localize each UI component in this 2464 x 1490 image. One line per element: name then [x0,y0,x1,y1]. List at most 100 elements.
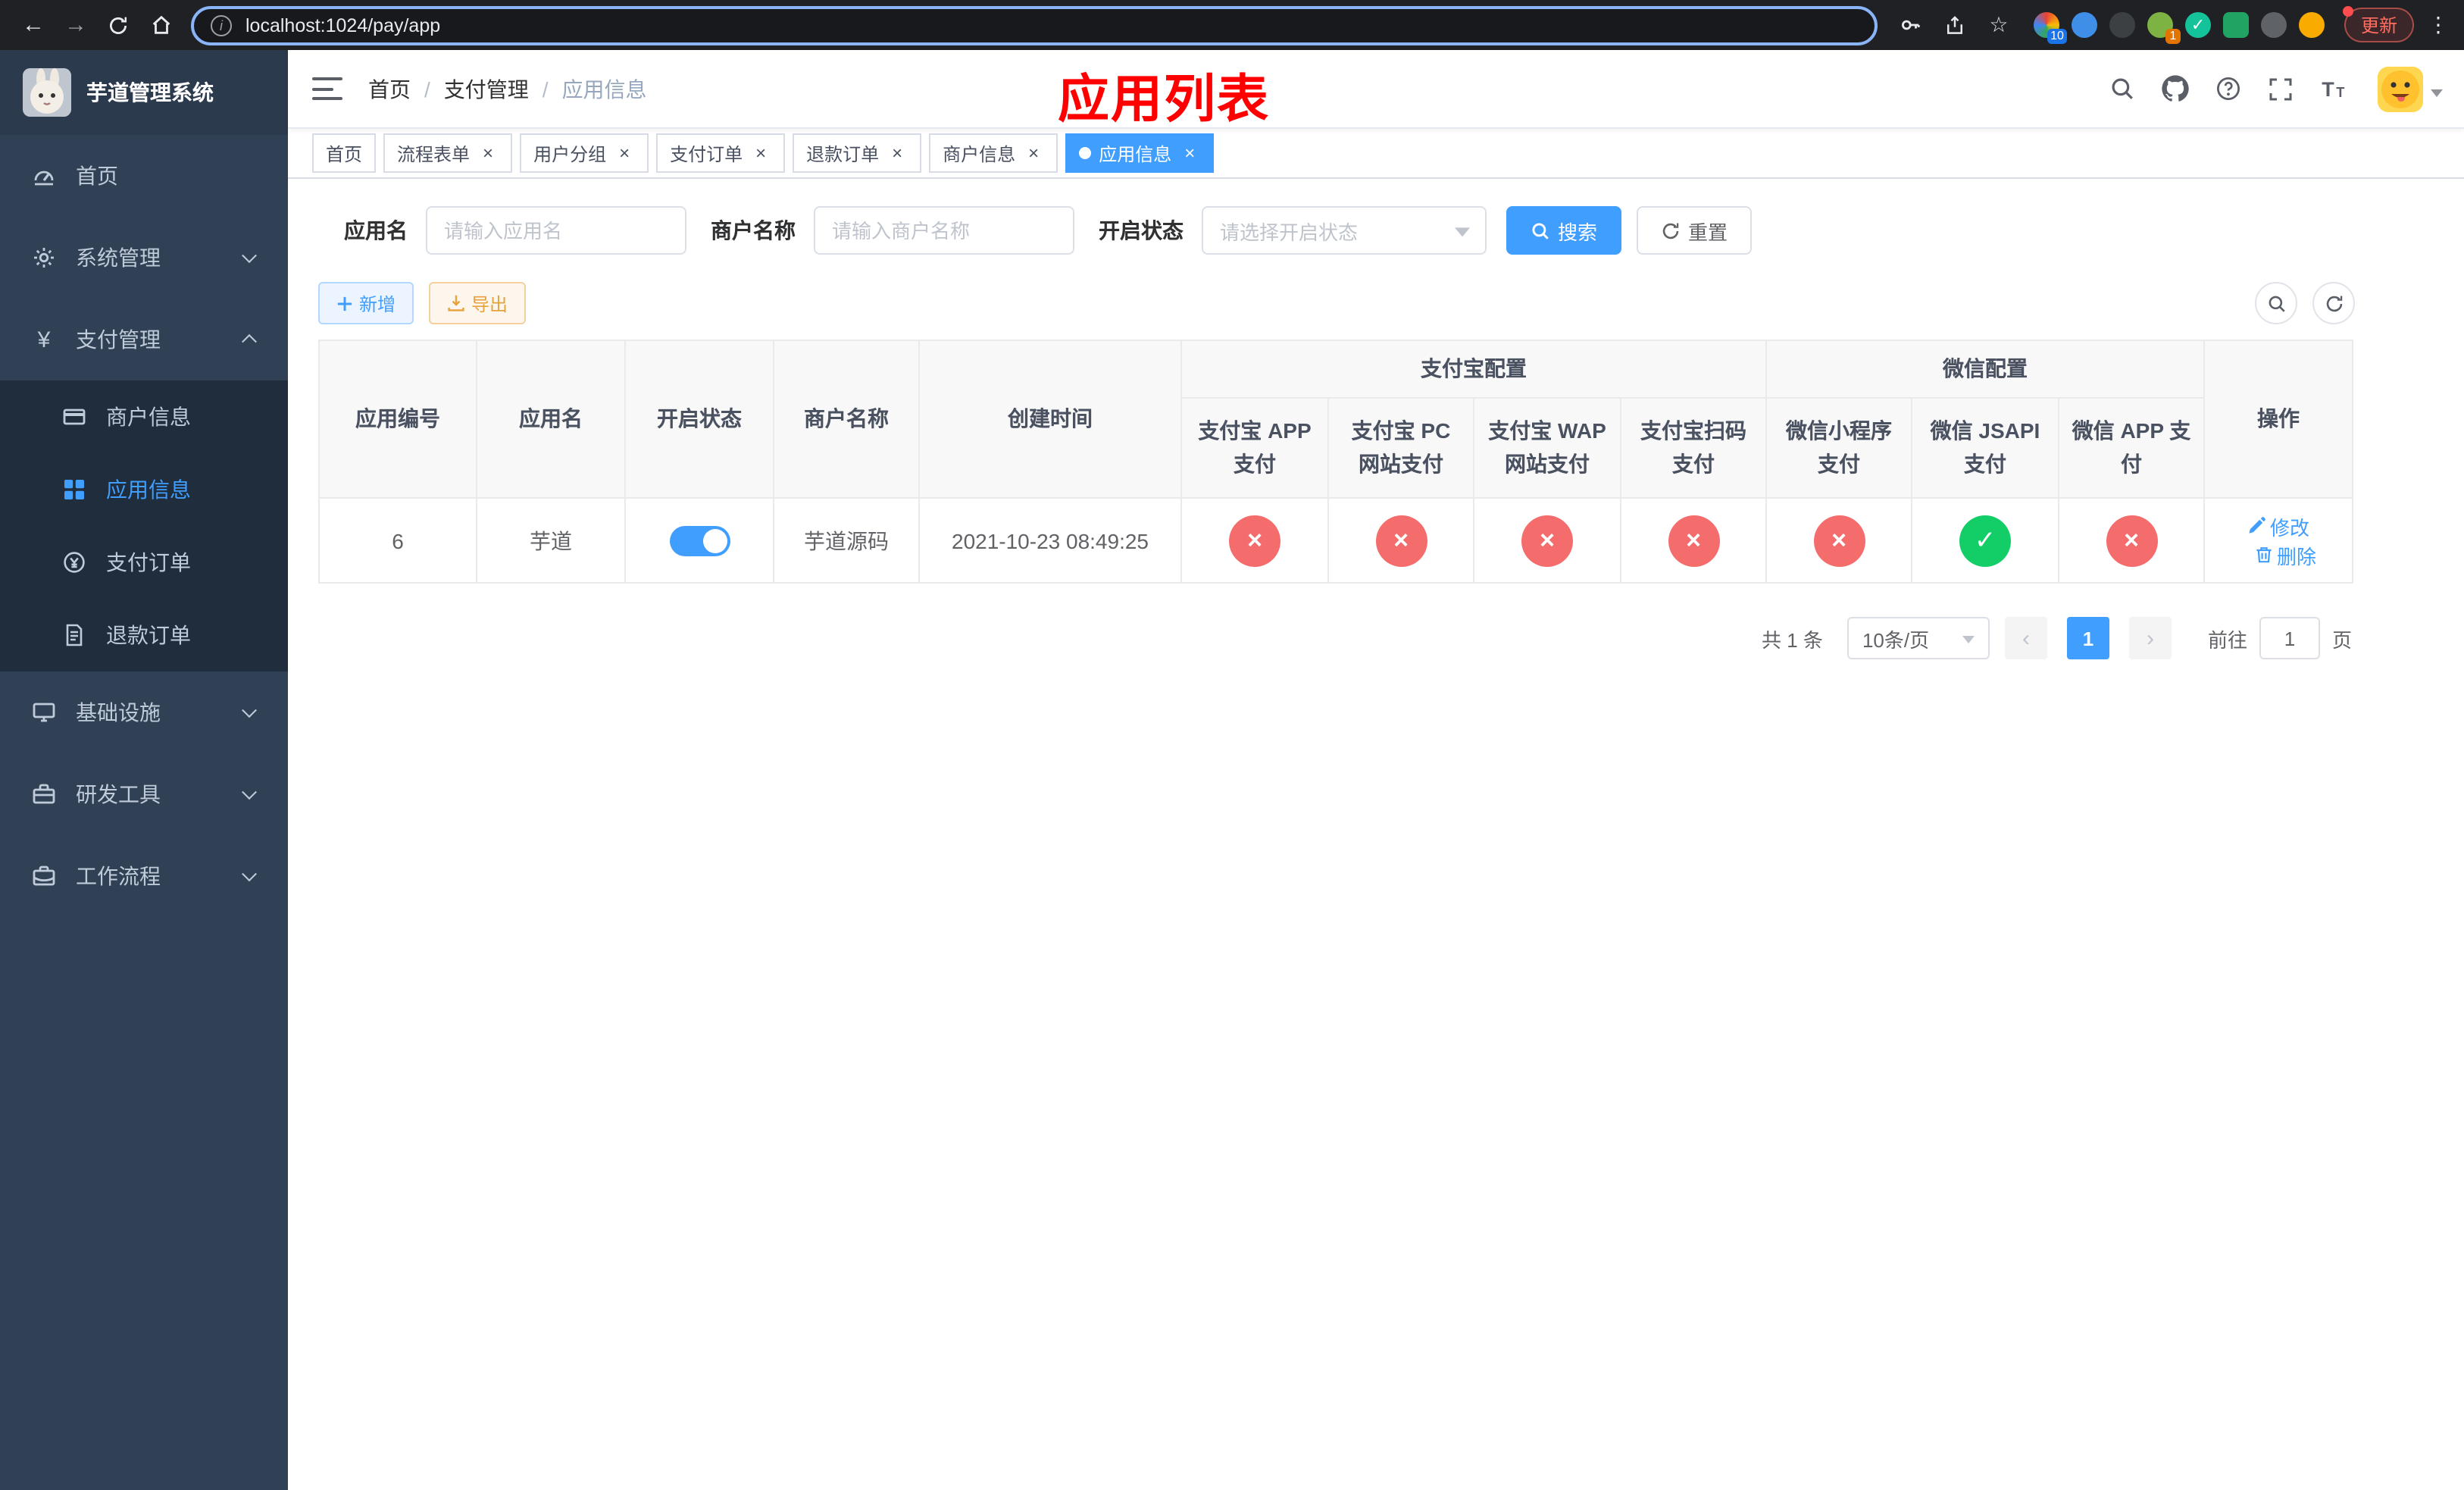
col-header-app-name: 应用名 [476,340,626,499]
refresh-table-button[interactable] [2312,282,2355,324]
breadcrumb-home[interactable]: 首页 [368,74,411,104]
card-icon [61,405,88,429]
tab-pay-orders[interactable]: 支付订单 [656,133,786,173]
browser-refresh-button[interactable] [100,7,136,43]
browser-forward-button[interactable]: → [58,7,94,43]
user-menu[interactable] [2378,66,2443,111]
show-search-button[interactable] [2255,282,2297,324]
goto-prefix: 前往 [2207,628,2247,651]
extension-icon-1[interactable]: 10 [2033,12,2067,44]
font-size-icon[interactable]: TT [2319,74,2349,104]
password-key-icon[interactable] [1896,10,1926,40]
browser-update-button[interactable]: 更新 [2342,6,2414,42]
status-switch[interactable] [669,525,730,556]
tab-home[interactable]: 首页 [312,133,377,173]
chevron-up-icon [242,333,257,349]
edit-link[interactable]: 修改 [2247,512,2309,540]
goto-suffix: 页 [2331,628,2352,651]
close-icon[interactable] [614,142,635,164]
extension-icon-4[interactable]: 1 [2147,12,2181,44]
wechat-app-status-icon: × [2106,515,2157,566]
github-icon[interactable] [2159,74,2190,104]
merchant-name-input[interactable] [814,206,1074,255]
site-info-icon[interactable]: i [211,14,232,36]
search-button[interactable]: 搜索 [1506,206,1622,255]
plus-icon [337,296,352,311]
sidebar-item-payment[interactable]: ¥ 支付管理 [0,299,288,380]
sidebar-item-dev-tools[interactable]: 研发工具 [0,753,288,835]
browser-menu-icon[interactable]: ⋮ [2428,12,2449,38]
prev-page-button[interactable] [2004,617,2047,659]
tab-user-group[interactable]: 用户分组 [520,133,649,173]
page-size-select[interactable]: 10条/页 [1846,617,1990,659]
sidebar-toggle-icon[interactable] [312,77,342,100]
close-icon[interactable] [886,142,908,164]
extension-icon-5[interactable]: ✓ [2184,12,2211,38]
export-button-label: 导出 [471,293,508,315]
sidebar-item-system[interactable]: 系统管理 [0,217,288,299]
bookmark-star-icon[interactable]: ☆ [1984,10,2014,40]
refresh-icon [2325,295,2342,311]
page-number-button[interactable]: 1 [2066,617,2109,659]
app-name-input[interactable] [426,206,686,255]
alipay-wap-status-icon: × [1521,515,1573,566]
extension-icon-8[interactable] [2298,12,2325,38]
close-icon[interactable] [477,142,499,164]
breadcrumb-payment[interactable]: 支付管理 [444,74,529,104]
sidebar-item-refund-orders[interactable]: 退款订单 [0,599,288,671]
address-bar[interactable]: i localhost:1024/pay/app [191,5,1878,45]
sidebar-item-app-info[interactable]: 应用信息 [0,453,288,526]
extension-icon-6[interactable] [2222,12,2249,38]
status-select[interactable]: 请选择开启状态 [1202,206,1487,255]
sidebar-item-label: 支付管理 [76,327,161,352]
close-icon[interactable] [1179,142,1200,164]
reset-button[interactable]: 重置 [1637,206,1753,255]
close-icon[interactable] [1023,142,1044,164]
status-label: 开启状态 [1099,218,1184,243]
refund-icon [61,623,88,647]
tab-refund-orders[interactable]: 退款订单 [793,133,922,173]
extensions-row: 10 1 ✓ [2033,12,2325,44]
user-avatar[interactable] [2378,66,2423,111]
chevron-down-icon [242,784,257,800]
add-button[interactable]: 新增 [318,282,414,324]
alipay-qr-status-icon: × [1668,515,1719,566]
tab-app-info[interactable]: 应用信息 [1065,133,1215,173]
sidebar-item-infrastructure[interactable]: 基础设施 [0,671,288,753]
merchant-name-label: 商户名称 [711,218,796,243]
sidebar-item-merchant-info[interactable]: 商户信息 [0,380,288,453]
next-page-button[interactable] [2128,617,2172,659]
browser-chrome: ← → i localhost:1024/pay/app ☆ 10 1 ✓ 更新… [0,0,2464,50]
alipay-app-status-icon: × [1229,515,1280,566]
page-title: 应用列表 [1058,71,1270,129]
wechat-jsapi-status-icon: ✓ [1959,515,2011,566]
goto-page-input[interactable] [2259,617,2320,659]
col-header-actions: 操作 [2203,340,2354,499]
chevron-down-icon [1962,636,1975,643]
delete-link[interactable]: 删除 [2254,540,2316,569]
share-icon[interactable] [1940,10,1970,40]
alipay-pc-status-icon: × [1375,515,1427,566]
chevron-down-icon [2431,89,2443,96]
extension-icon-3[interactable] [2109,12,2135,38]
search-icon[interactable] [2106,74,2137,104]
sidebar-item-workflow[interactable]: 工作流程 [0,835,288,917]
export-button[interactable]: 导出 [429,282,527,324]
tab-merchant-info[interactable]: 商户信息 [929,133,1058,173]
extension-badge: 1 [2165,29,2181,44]
fullscreen-icon[interactable] [2265,74,2296,104]
sidebar-item-home[interactable]: 首页 [0,135,288,217]
extension-icon-2[interactable] [2071,12,2097,38]
chevron-down-icon [242,866,257,882]
close-icon[interactable] [750,142,771,164]
grid-icon [61,477,88,502]
chevron-down-icon [1455,227,1470,237]
chevron-down-icon [242,703,257,718]
cell-app-id: 6 [318,497,477,584]
sidebar-item-pay-orders[interactable]: 支付订单 [0,526,288,599]
extension-icon-7[interactable] [2260,12,2287,38]
browser-home-button[interactable] [142,7,179,43]
tab-process-form[interactable]: 流程表单 [383,133,513,173]
browser-back-button[interactable]: ← [15,7,52,43]
help-icon[interactable] [2212,74,2243,104]
